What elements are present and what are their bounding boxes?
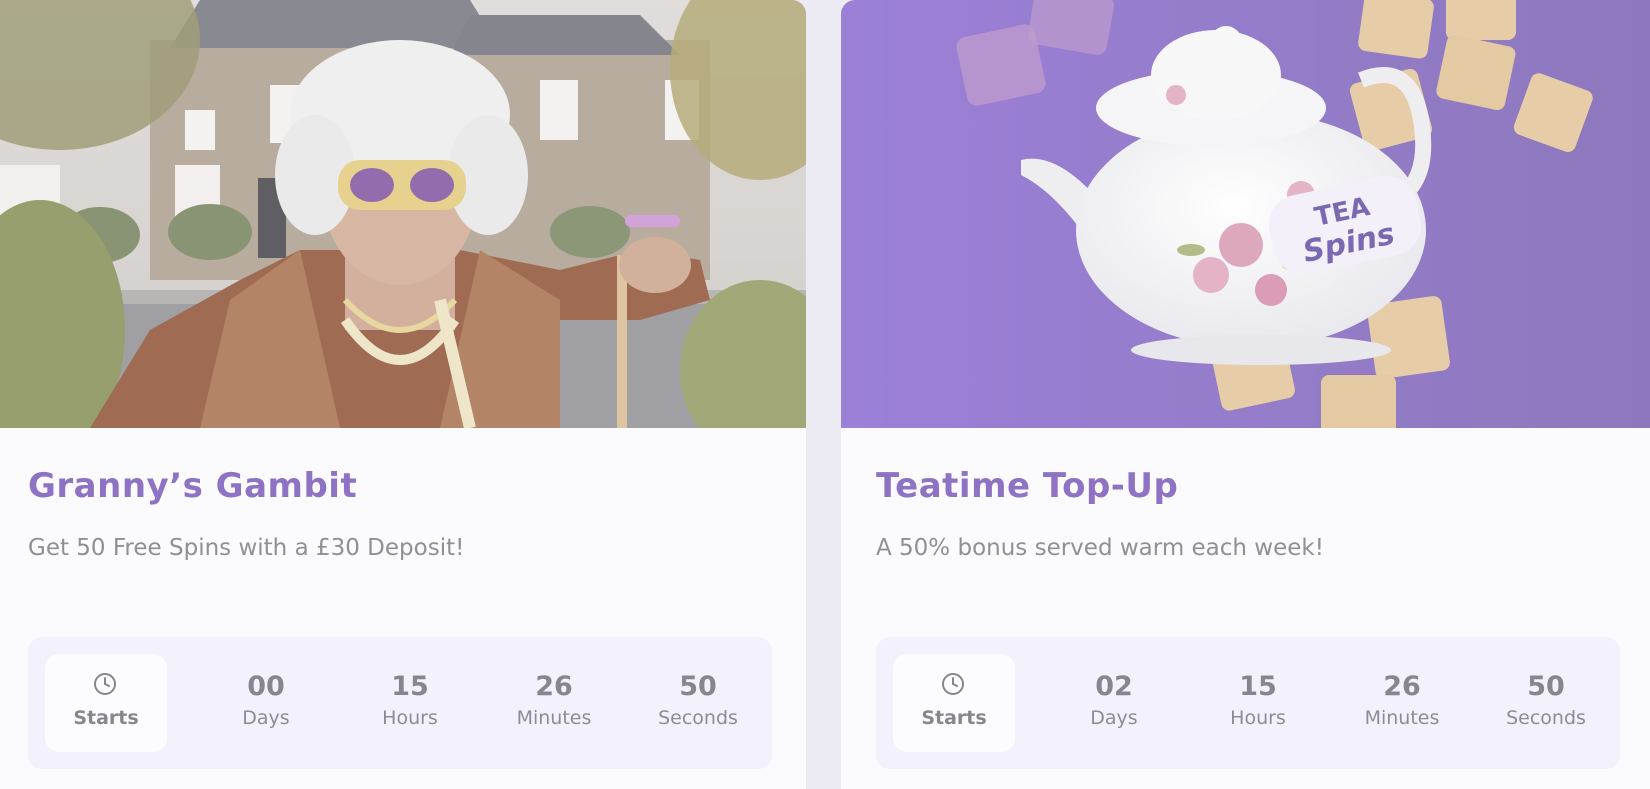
days-value: 02	[1095, 671, 1133, 702]
countdown-minutes: 26 Minutes	[499, 671, 609, 733]
promo-card-teatime-top-up[interactable]: TEA Spins Teatime Top-Up A 50% bonus ser…	[841, 0, 1650, 789]
countdown-days: 02 Days	[1059, 671, 1169, 733]
countdown-seconds: 50 Seconds	[1491, 671, 1601, 733]
days-label: Days	[1090, 707, 1138, 729]
minutes-value: 26	[1383, 671, 1421, 702]
days-label: Days	[242, 707, 290, 729]
promo-title: Teatime Top-Up	[876, 466, 1179, 506]
hours-label: Hours	[1230, 707, 1286, 729]
starts-label: Starts	[73, 707, 139, 729]
countdown-minutes: 26 Minutes	[1347, 671, 1457, 733]
countdown-timer: Starts 00 Days 15 Hours 26 Minutes 50 Se…	[28, 637, 772, 769]
hours-value: 15	[391, 671, 429, 702]
minutes-value: 26	[535, 671, 573, 702]
promo-description: Get 50 Free Spins with a £30 Deposit!	[28, 535, 465, 561]
promo-banner-image	[0, 0, 806, 428]
promo-card-grannys-gambit[interactable]: Granny’s Gambit Get 50 Free Spins with a…	[0, 0, 806, 789]
promo-title: Granny’s Gambit	[28, 466, 358, 506]
clock-icon	[942, 673, 964, 695]
seconds-label: Seconds	[1506, 707, 1586, 729]
countdown-seconds: 50 Seconds	[643, 671, 753, 733]
seconds-value: 50	[679, 671, 717, 702]
seconds-value: 50	[1527, 671, 1565, 702]
hours-label: Hours	[382, 707, 438, 729]
countdown-timer: Starts 02 Days 15 Hours 26 Minutes 50 Se…	[876, 637, 1620, 769]
starts-badge: Starts	[893, 654, 1015, 752]
minutes-label: Minutes	[1364, 707, 1440, 729]
minutes-label: Minutes	[516, 707, 592, 729]
countdown-hours: 15 Hours	[355, 671, 465, 733]
promo-description: A 50% bonus served warm each week!	[876, 535, 1324, 561]
countdown-days: 00 Days	[211, 671, 321, 733]
promo-banner-image: TEA Spins	[841, 0, 1650, 428]
starts-label: Starts	[921, 707, 987, 729]
seconds-label: Seconds	[658, 707, 738, 729]
promotions-page: Granny’s Gambit Get 50 Free Spins with a…	[0, 0, 1650, 789]
hours-value: 15	[1239, 671, 1277, 702]
clock-icon	[94, 673, 116, 695]
days-value: 00	[247, 671, 285, 702]
countdown-hours: 15 Hours	[1203, 671, 1313, 733]
starts-badge: Starts	[45, 654, 167, 752]
